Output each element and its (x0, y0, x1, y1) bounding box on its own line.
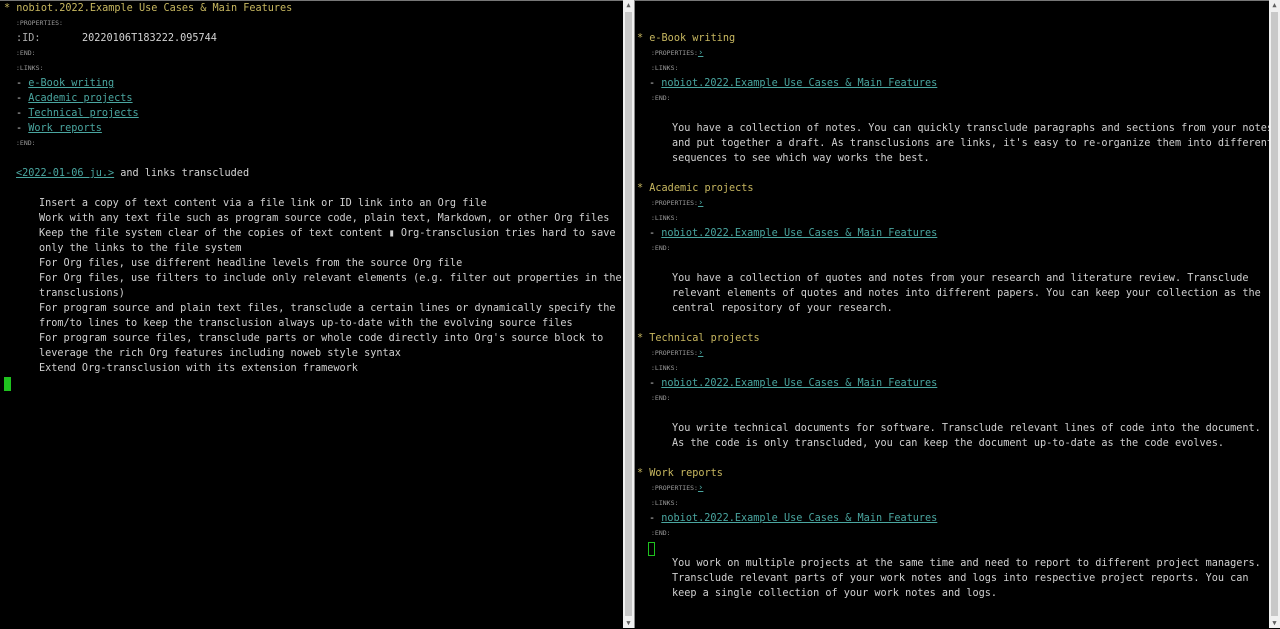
right-scrollbar[interactable]: ▲ ▼ (1269, 0, 1280, 628)
properties-drawer[interactable]: :PROPERTIES:› (651, 346, 703, 361)
text-cursor (4, 377, 11, 391)
timestamp-link[interactable]: <2022-01-06 ju.> (16, 168, 114, 179)
links-drawer: :LINKS: (16, 64, 44, 72)
body-line: You work on multiple projects at the sam… (672, 558, 1261, 569)
link-technical-projects[interactable]: Technical projects (28, 108, 138, 119)
link-academic-projects[interactable]: Academic projects (28, 93, 132, 104)
feature-line: For program source files, transclude par… (39, 333, 604, 344)
heading-ebook-writing: e-Book writing (649, 33, 736, 44)
drawer-end: :END: (16, 49, 36, 57)
id-key: :ID: (16, 33, 41, 44)
links-drawer: :LINKS: (651, 64, 679, 72)
section-heading: * Technical projects (637, 333, 760, 344)
fold-indicator: › (697, 348, 704, 358)
timestamp-suffix: and links transcluded (114, 168, 250, 179)
fold-indicator: › (697, 48, 704, 58)
feature-line: Insert a copy of text content via a file… (39, 198, 487, 209)
left-title: nobiot.2022.Example Use Cases & Main Fea… (16, 3, 293, 14)
list-item: - Technical projects (16, 108, 139, 119)
feature-line: leverage the rich Org features including… (39, 348, 401, 359)
heading-work-reports: Work reports (649, 468, 723, 479)
body-line: You have a collection of quotes and note… (672, 273, 1249, 284)
body-line: As the code is only transcluded, you can… (672, 438, 1225, 449)
links-drawer: :LINKS: (651, 364, 679, 372)
backlink[interactable]: nobiot.2022.Example Use Cases & Main Fea… (661, 228, 937, 239)
feature-line: For program source and plain text files,… (39, 303, 616, 314)
feature-line: Extend Org-transclusion with its extensi… (39, 363, 358, 374)
properties-drawer[interactable]: :PROPERTIES:› (651, 481, 703, 496)
drawer-end: :END: (651, 529, 671, 537)
heading-academic-projects: Academic projects (649, 183, 754, 194)
link-work-reports[interactable]: Work reports (28, 123, 102, 134)
properties-drawer[interactable]: :PROPERTIES:› (651, 196, 703, 211)
backlink-item: - nobiot.2022.Example Use Cases & Main F… (649, 513, 938, 524)
section-heading: * e-Book writing (637, 33, 736, 44)
drawer-end: :END: (16, 139, 36, 147)
body-line: sequences to see which way works the bes… (672, 153, 930, 164)
list-item: - Work reports (16, 123, 102, 134)
left-scrollbar[interactable]: ▲ ▼ (623, 0, 634, 628)
scroll-up-arrow-icon[interactable]: ▲ (623, 0, 634, 10)
timestamp-line: <2022-01-06 ju.> and links transcluded (16, 166, 249, 181)
section-heading: * Academic projects (637, 183, 754, 194)
properties-drawer: :PROPERTIES: (16, 19, 63, 27)
feature-line: transclusions) (39, 288, 125, 299)
inactive-cursor (648, 542, 655, 556)
feature-line: For Org files, use filters to include on… (39, 273, 622, 284)
body-line: central repository of your research. (672, 303, 893, 314)
backlink-item: - nobiot.2022.Example Use Cases & Main F… (649, 228, 938, 239)
fold-indicator: › (697, 198, 704, 208)
scrollbar-thumb[interactable] (625, 12, 632, 616)
heading-technical-projects: Technical projects (649, 333, 760, 344)
scroll-down-arrow-icon[interactable]: ▼ (623, 618, 634, 628)
drawer-end: :END: (651, 394, 671, 402)
backlink-item: - nobiot.2022.Example Use Cases & Main F… (649, 378, 938, 389)
feature-line: Keep the file system clear of the copies… (39, 228, 616, 239)
scroll-down-arrow-icon[interactable]: ▼ (1269, 618, 1280, 628)
feature-line: Work with any text file such as program … (39, 213, 610, 224)
body-line: relevant elements of quotes and notes in… (672, 288, 1261, 299)
backlink[interactable]: nobiot.2022.Example Use Cases & Main Fea… (661, 513, 937, 524)
feature-line: only the links to the file system (39, 243, 242, 254)
list-item: - Academic projects (16, 93, 133, 104)
link-ebook-writing[interactable]: e-Book writing (28, 78, 114, 89)
scroll-up-arrow-icon[interactable]: ▲ (1269, 0, 1280, 10)
body-line: You write technical documents for softwa… (672, 423, 1261, 434)
drawer-end: :END: (651, 94, 671, 102)
links-drawer: :LINKS: (651, 499, 679, 507)
body-line: Transclude relevant parts of your work n… (672, 573, 1249, 584)
links-drawer: :LINKS: (651, 214, 679, 222)
fold-indicator: › (697, 483, 704, 493)
right-editor-pane[interactable]: * e-Book writing :PROPERTIES:› :LINKS: -… (635, 0, 1269, 629)
feature-line: from/to lines to keep the transclusion a… (39, 318, 573, 329)
backlink[interactable]: nobiot.2022.Example Use Cases & Main Fea… (661, 78, 937, 89)
scrollbar-thumb[interactable] (1271, 12, 1278, 616)
heading-star: * (4, 3, 17, 14)
body-line: and put together a draft. As transclusio… (672, 138, 1269, 149)
drawer-end: :END: (651, 244, 671, 252)
body-line: You have a collection of notes. You can … (672, 123, 1269, 134)
body-line: keep a single collection of your work no… (672, 588, 998, 599)
left-heading-line: * nobiot.2022.Example Use Cases & Main F… (4, 1, 292, 16)
feature-line: For Org files, use different headline le… (39, 258, 463, 269)
backlink-item: - nobiot.2022.Example Use Cases & Main F… (649, 78, 938, 89)
id-property: :ID: 20220106T183222.095744 (16, 31, 217, 46)
id-value: 20220106T183222.095744 (82, 33, 217, 44)
backlink[interactable]: nobiot.2022.Example Use Cases & Main Fea… (661, 378, 937, 389)
properties-drawer[interactable]: :PROPERTIES:› (651, 46, 703, 61)
left-editor-pane[interactable]: * nobiot.2022.Example Use Cases & Main F… (0, 0, 623, 629)
section-heading: * Work reports (637, 468, 723, 479)
list-item: - e-Book writing (16, 78, 115, 89)
